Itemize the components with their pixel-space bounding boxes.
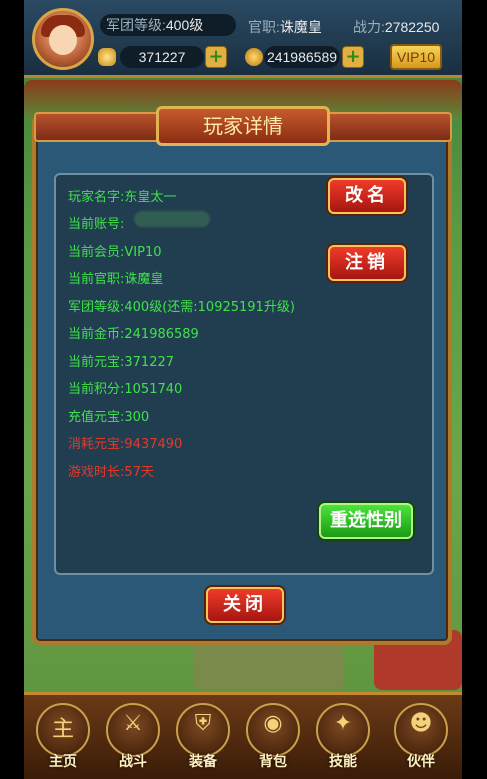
nav-bag[interactable]: ◉ 背包 [242,703,304,771]
nav-partners[interactable]: ☻ 伙伴 [390,703,452,771]
row-label: 游戏时长: [68,465,125,480]
rename-button[interactable]: 改名 [328,178,406,214]
official-title: 官职:诛魔皇 [248,17,322,37]
dialog-title: 玩家详情 [203,114,283,138]
official-value: 诛魔皇 [279,19,322,35]
add-gold-button[interactable]: + [342,46,364,68]
partners-glyph: ☻ [409,711,433,736]
row-label: 玩家名字: [68,190,125,205]
row-label: 军团等级: [68,300,125,315]
game-screen: 军团等级:400级 官职:诛魔皇 战力:2782250 371227 + 241… [24,0,462,779]
close-button[interactable]: 关闭 [206,587,284,623]
legion-level-pill: 军团等级:400级 [100,14,236,36]
home-glyph: 主 [51,717,74,742]
row-label: 当前官职: [68,272,125,287]
yuanbao-icon [98,48,116,66]
official-label: 官职: [248,19,280,35]
reselect-gender-button[interactable]: 重选性别 [319,503,413,539]
row-yuanbao: 当前元宝:371227 [68,351,174,370]
row-value: 诛魔皇 [124,272,164,287]
avatar-face [49,25,77,55]
row-account: 当前账号: [68,213,124,232]
row-consumed: 消耗元宝:9437490 [68,433,182,452]
power-display: 战力:2782250 [353,17,439,37]
nav-label: 战斗 [119,754,147,770]
row-official: 当前官职:诛魔皇 [68,268,163,287]
account-redacted [134,211,210,227]
nav-label: 技能 [329,754,357,770]
nav-skills[interactable]: ✦ 技能 [312,703,374,771]
nav-label: 装备 [189,754,217,770]
row-recharge: 充值元宝:300 [68,406,149,425]
bottom-nav: 主 主页 ⚔ 战斗 ⛨ 装备 ◉ 背包 ✦ 技能 ☻ 伙伴 [24,692,462,779]
row-value: VIP10 [124,245,162,260]
row-label: 当前元宝: [68,355,125,370]
add-yuanbao-button[interactable]: + [205,46,227,68]
nav-equipment[interactable]: ⛨ 装备 [172,703,234,771]
nav-home[interactable]: 主 主页 [32,703,94,771]
row-label: 充值元宝: [68,410,125,425]
nav-label: 背包 [259,754,287,770]
dialog-title-bar: 玩家详情 [24,104,462,152]
vip-button[interactable]: VIP10 [390,44,442,70]
battle-glyph: ⚔ [123,711,143,736]
nav-label: 伙伴 [407,754,435,770]
row-value: 300 [124,410,150,425]
nav-battle[interactable]: ⚔ 战斗 [102,703,164,771]
skills-glyph: ✦ [333,711,353,736]
row-value: 1051740 [124,382,183,397]
power-label: 战力: [353,19,385,35]
row-label: 当前金币: [68,327,125,342]
nav-label: 主页 [49,754,77,770]
row-value: 9437490 [124,437,183,452]
row-points: 当前积分:1051740 [68,378,182,397]
row-label: 当前账号: [68,217,125,232]
logout-button[interactable]: 注销 [328,245,406,281]
row-label: 消耗元宝: [68,437,125,452]
bag-glyph: ◉ [263,711,283,736]
row-playtime: 游戏时长:57天 [68,461,154,480]
gold-pill: 241986589 [264,46,340,68]
row-legion-level: 军团等级:400级(还需:10925191升级) [68,296,295,315]
row-value: 371227 [124,355,175,370]
row-value: 241986589 [124,327,199,342]
row-membership: 当前会员:VIP10 [68,241,162,260]
row-label: 当前积分: [68,382,125,397]
row-value: 57天 [124,465,154,480]
row-gold: 当前金币:241986589 [68,323,199,342]
equipment-glyph: ⛨ [194,711,212,736]
top-status-bar: 军团等级:400级 官职:诛魔皇 战力:2782250 371227 + 241… [24,0,462,78]
power-value: 2782250 [384,19,440,35]
row-label: 当前会员: [68,245,125,260]
yuanbao-pill: 371227 [120,46,204,68]
gold-value: 241986589 [266,49,338,65]
row-player-name: 玩家名字:东皇太一 [68,186,176,205]
gold-coin-icon [245,48,263,66]
yuanbao-value: 371227 [138,49,186,65]
player-avatar[interactable] [32,8,94,70]
row-value: 400级(还需:10925191升级) [124,300,295,315]
row-value: 东皇太一 [124,190,177,205]
legion-level-label: 军团等级: [106,17,166,33]
legion-level-value: 400级 [165,17,204,33]
